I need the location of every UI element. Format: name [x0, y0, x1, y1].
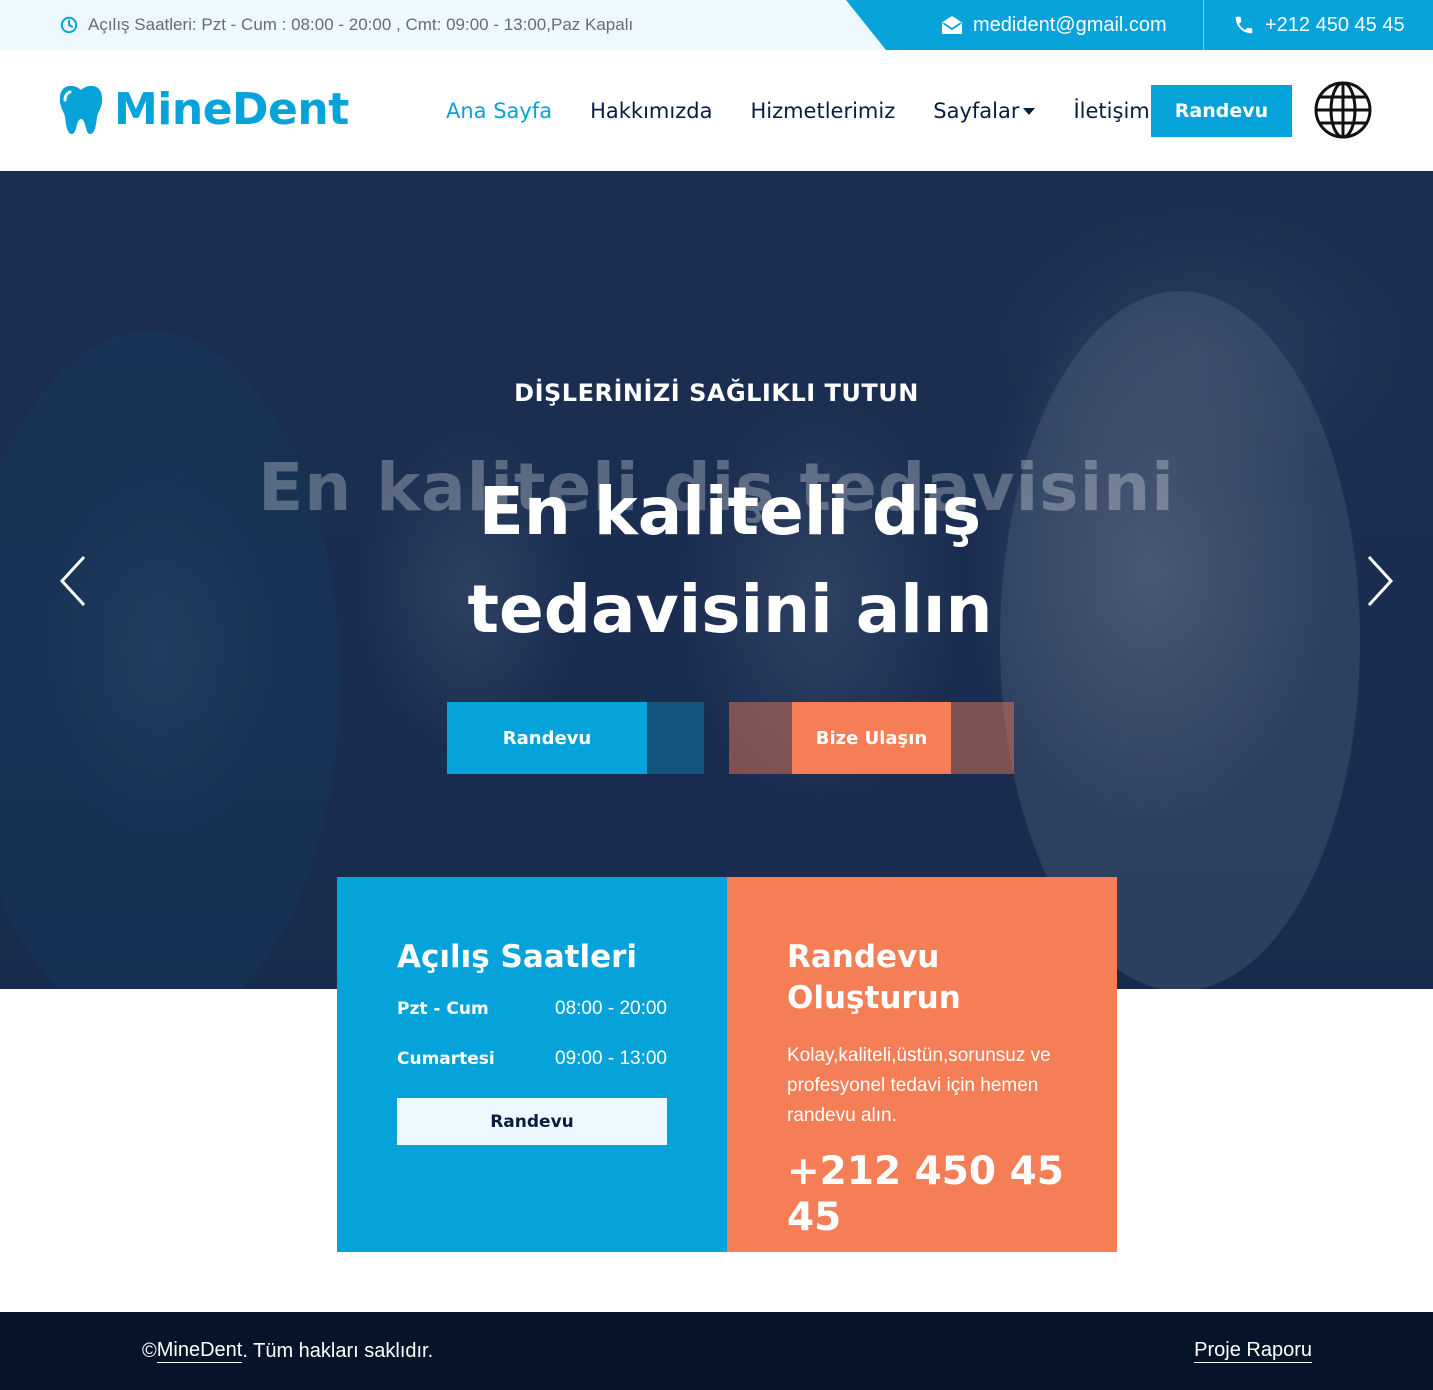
- contact-bar: medident@gmail.com +212 450 45 45: [843, 0, 1433, 50]
- tooth-icon: [59, 85, 103, 134]
- appointment-description: Kolay,kaliteli,üstün,sorunsuz ve profesy…: [787, 1045, 1051, 1126]
- nav-item-contact[interactable]: İletişim: [1073, 99, 1149, 123]
- appointment-phone[interactable]: +212 450 45 45: [787, 1149, 1077, 1241]
- hours-time: 09:00 - 13:00: [555, 1048, 667, 1069]
- email-text[interactable]: medident@gmail.com: [973, 14, 1167, 37]
- top-bar: Açılış Saatleri: Pzt - Cum : 08:00 - 20:…: [0, 0, 1433, 50]
- nav-item-home[interactable]: Ana Sayfa: [446, 99, 552, 123]
- caret-down-icon: [1023, 108, 1036, 115]
- opening-hours-info: Açılış Saatleri: Pzt - Cum : 08:00 - 20:…: [60, 0, 633, 50]
- phone-text[interactable]: +212 450 45 45: [1265, 14, 1405, 37]
- opening-hours-title: Açılış Saatleri: [397, 939, 638, 975]
- envelope-open-icon: [942, 16, 962, 34]
- copyright-symbol: ©: [142, 1339, 157, 1362]
- hero-secondary-button[interactable]: Bize Ulaşın: [792, 702, 951, 774]
- globe-icon[interactable]: [1313, 80, 1373, 140]
- email-contact[interactable]: medident@gmail.com: [941, 0, 1167, 50]
- nav-item-about[interactable]: Hakkımızda: [590, 99, 712, 123]
- hero-kicker: DİŞLERİNİZİ SAĞLIKLI TUTUN: [514, 379, 919, 407]
- chevron-left-icon[interactable]: [58, 551, 88, 611]
- hours-appointment-button[interactable]: Randevu: [397, 1098, 667, 1145]
- appointment-card: Randevu Oluşturun Kolay,kaliteli,üstün,s…: [727, 877, 1117, 1252]
- appointment-title: Randevu Oluşturun: [787, 939, 961, 1016]
- nav-item-services[interactable]: Hizmetlerimiz: [750, 99, 895, 123]
- hero-carousel: DİŞLERİNİZİ SAĞLIKLI TUTUN En kaliteli d…: [0, 171, 1433, 989]
- clock-icon: [60, 16, 78, 34]
- footer: © MineDent. Tüm hakları saklıdır. Proje …: [0, 1312, 1433, 1390]
- footer-brand-link[interactable]: MineDent: [156, 1339, 243, 1363]
- contact-divider: [1203, 0, 1204, 50]
- project-report-link[interactable]: Proje Raporu: [1194, 1339, 1312, 1363]
- hero-primary-button[interactable]: Randevu: [447, 702, 647, 774]
- chevron-right-icon[interactable]: [1365, 551, 1395, 611]
- project-report-link-wrapper: Proje Raporu: [1194, 1312, 1312, 1390]
- opening-hours-text: Açılış Saatleri: Pzt - Cum : 08:00 - 20:…: [88, 15, 634, 34]
- phone-contact[interactable]: +212 450 45 45: [1233, 0, 1405, 50]
- brand-logo[interactable]: MineDent: [58, 83, 349, 135]
- hours-time: 08:00 - 20:00: [555, 998, 667, 1019]
- opening-hours-card: Açılış Saatleri Pzt - Cum 08:00 - 20:00 …: [337, 877, 727, 1252]
- hours-row: Cumartesi 09:00 - 13:00: [397, 1048, 667, 1070]
- copyright-text: . Tüm hakları saklıdır.: [242, 1339, 434, 1362]
- main-navbar: MineDent Ana Sayfa Hakkımızda Hizmetleri…: [0, 50, 1433, 171]
- phone-icon: [1235, 16, 1253, 34]
- brand-name: MineDent: [114, 83, 349, 135]
- copyright: © MineDent. Tüm hakları saklıdır.: [142, 1312, 433, 1390]
- appointment-button[interactable]: Randevu: [1151, 85, 1292, 137]
- nav-menu: Ana Sayfa Hakkımızda Hizmetlerimiz Sayfa…: [446, 50, 1188, 171]
- hero-title: En kaliteli diş tedavisini alın: [467, 473, 993, 648]
- nav-item-pages-dropdown[interactable]: Sayfalar: [933, 98, 1036, 123]
- nav-item-pages-label: Sayfalar: [933, 98, 1020, 123]
- hours-day: Pzt - Cum: [397, 999, 489, 1019]
- hours-row: Pzt - Cum 08:00 - 20:00: [397, 998, 667, 1020]
- hours-day: Cumartesi: [397, 1049, 495, 1069]
